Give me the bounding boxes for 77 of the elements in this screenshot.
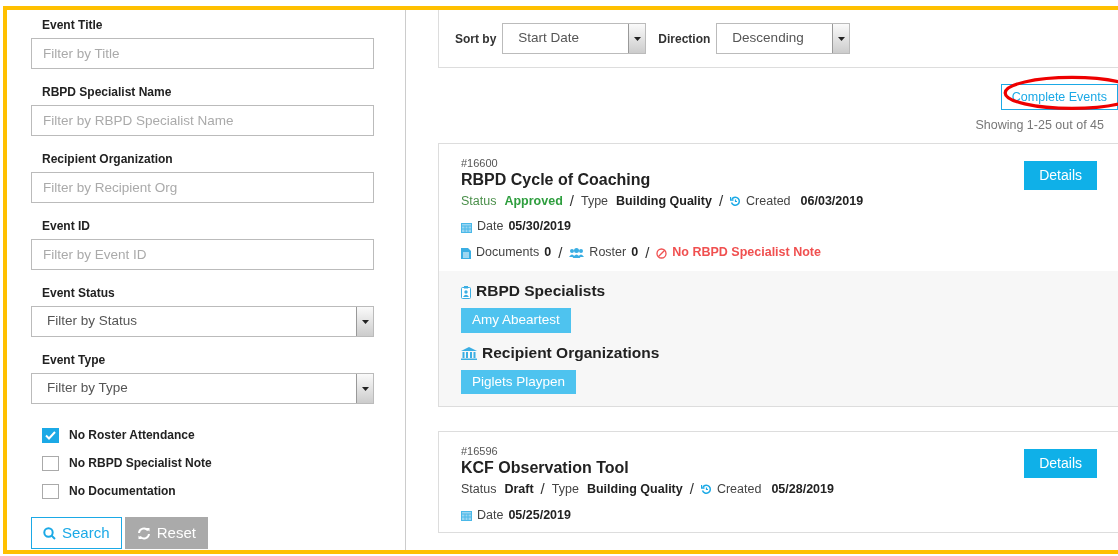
- checkbox-label: No Roster Attendance: [69, 427, 195, 444]
- input-field[interactable]: Filter by Title: [31, 38, 374, 69]
- event-id: #16596: [461, 446, 498, 458]
- refresh-icon: [136, 526, 151, 540]
- field-label: Event Type: [42, 352, 107, 369]
- documents-count: 0: [544, 244, 552, 261]
- search-button[interactable]: Search: [31, 517, 122, 549]
- details-button[interactable]: Details: [1024, 449, 1097, 479]
- type-label: Type: [580, 192, 609, 209]
- documents-label: Documents: [476, 244, 540, 261]
- sort-label: Sort by: [455, 30, 497, 48]
- event-title: RBPD Cycle of Coaching: [461, 169, 651, 189]
- created-value: 06/03/2019: [800, 192, 864, 209]
- roster-label: Roster: [589, 244, 627, 261]
- input-field[interactable]: Filter by Event ID: [31, 239, 374, 270]
- reset-button[interactable]: Reset: [124, 517, 208, 549]
- created-label: Created: [746, 192, 791, 209]
- name-tag: Amy Abeartest: [461, 308, 571, 333]
- date-value: 05/25/2019: [508, 506, 571, 524]
- field-label: Event Status: [42, 285, 116, 302]
- history-icon: [700, 484, 712, 496]
- status-value: Approved: [504, 192, 563, 209]
- type-value: Building Quality: [616, 192, 712, 209]
- checkbox[interactable]: [42, 455, 59, 471]
- direction-label: Direction: [658, 30, 711, 48]
- status-label: Status: [461, 481, 497, 498]
- event-title: KCF Observation Tool: [461, 458, 629, 478]
- checkbox-label: No RBPD Specialist Note: [69, 455, 212, 472]
- select-field[interactable]: Descending: [716, 23, 851, 54]
- id-badge-icon: [461, 285, 471, 299]
- caret-icon: [633, 36, 641, 41]
- checkbox[interactable]: [42, 427, 59, 443]
- users-icon: [569, 248, 585, 258]
- caret-icon: [361, 386, 369, 391]
- separator: /: [540, 479, 545, 499]
- organization-tag: Piglets Playpen: [461, 369, 577, 395]
- date-value: 05/30/2019: [508, 218, 571, 235]
- separator: /: [569, 190, 574, 211]
- type-label: Type: [551, 481, 579, 498]
- status-value: Draft: [504, 481, 534, 498]
- input-field[interactable]: Filter by Recipient Org: [31, 172, 374, 203]
- created-label: Created: [716, 481, 762, 498]
- checkbox[interactable]: [42, 483, 59, 499]
- search-icon: [43, 526, 56, 540]
- select-field[interactable]: Start Date: [502, 23, 647, 54]
- separator: /: [645, 242, 650, 263]
- checkbox-label: No Documentation: [69, 483, 176, 500]
- separator: /: [689, 479, 694, 499]
- field-label: Event Title: [42, 17, 104, 34]
- separator: /: [718, 190, 724, 211]
- calendar-icon: [461, 221, 472, 233]
- roster-count: 0: [631, 244, 639, 261]
- date-label: Date: [477, 506, 504, 524]
- calendar-icon: [461, 510, 472, 522]
- status-label: Status: [461, 192, 497, 209]
- details-button[interactable]: Details: [1024, 160, 1097, 190]
- select-field[interactable]: Filter by Type: [31, 373, 374, 404]
- type-value: Building Quality: [586, 481, 683, 498]
- bank-icon: [461, 347, 477, 361]
- warning-note: No RBPD Specialist Note: [672, 244, 821, 261]
- section-heading: RBPD Specialists: [476, 281, 606, 302]
- field-label: RBPD Specialist Name: [42, 84, 173, 101]
- select-field[interactable]: Filter by Status: [31, 306, 374, 337]
- field-label: Event ID: [42, 218, 91, 235]
- caret-icon: [837, 36, 845, 41]
- date-label: Date: [477, 218, 504, 235]
- caret-icon: [361, 319, 369, 324]
- result-count: Showing 1-25 out of 45: [974, 117, 1104, 134]
- field-label: Recipient Organization: [42, 151, 174, 168]
- event-id: #16600: [461, 157, 498, 169]
- history-icon: [730, 195, 742, 207]
- document-icon: [461, 247, 471, 259]
- separator: /: [558, 242, 563, 263]
- input-field[interactable]: Filter by RBPD Specialist Name: [31, 105, 374, 136]
- section-heading: Recipient Organizations: [482, 342, 660, 363]
- created-value: 05/28/2019: [771, 481, 834, 498]
- ban-icon: [656, 247, 668, 259]
